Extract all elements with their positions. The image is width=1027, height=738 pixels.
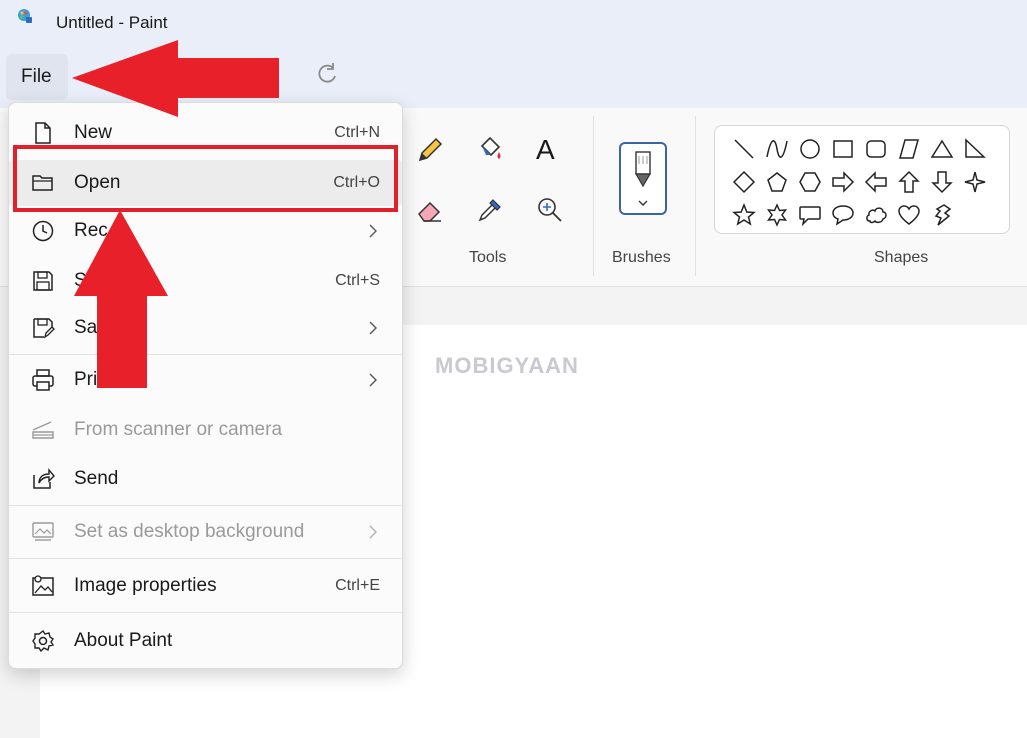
down-arrow-shape-icon[interactable] xyxy=(930,170,954,194)
menu-separator xyxy=(9,354,402,355)
fill-bucket-icon[interactable] xyxy=(474,134,506,166)
text-tool-icon[interactable]: A xyxy=(536,134,568,166)
menu-item-label: About Paint xyxy=(74,630,173,651)
desktop-background-icon xyxy=(32,522,54,541)
menu-item-label: Pri xyxy=(74,369,98,390)
menu-item-label: Image properties xyxy=(74,575,217,596)
pencil-icon[interactable] xyxy=(414,134,446,166)
menu-item-print[interactable]: Pri xyxy=(9,357,402,403)
menu-item-label: Sa xyxy=(74,317,98,338)
right-triangle-shape-icon[interactable] xyxy=(963,137,987,161)
menu-item-about-paint[interactable]: About Paint xyxy=(9,618,402,664)
tools-group-label: Tools xyxy=(469,249,507,266)
menu-bar: File xyxy=(0,48,1027,108)
scanner-icon xyxy=(32,421,54,439)
five-point-star-shape-icon[interactable] xyxy=(732,203,756,227)
menu-item-shortcut: Ctrl+S xyxy=(335,272,380,289)
title-bar: Untitled - Paint xyxy=(0,0,1027,48)
menu-item-recent[interactable]: Rec xyxy=(9,208,402,254)
triangle-shape-icon[interactable] xyxy=(930,137,954,161)
window-title: Untitled - Paint xyxy=(56,13,168,32)
chevron-down-icon xyxy=(638,200,648,206)
oval-shape-icon[interactable] xyxy=(798,137,822,161)
right-arrow-shape-icon[interactable] xyxy=(831,170,855,194)
heart-shape-icon[interactable] xyxy=(897,203,921,227)
hexagon-shape-icon[interactable] xyxy=(798,170,822,194)
share-icon xyxy=(33,468,55,489)
image-properties-icon xyxy=(32,575,54,596)
menu-item-label: Set as desktop background xyxy=(74,521,305,542)
watermark: MOBIGYAAN xyxy=(435,353,579,378)
save-as-icon xyxy=(33,318,55,339)
chevron-right-icon xyxy=(369,525,377,539)
menu-item-image-properties[interactable]: Image properties Ctrl+E xyxy=(9,563,402,609)
eraser-icon[interactable] xyxy=(414,194,446,226)
shapes-gallery xyxy=(714,125,1010,234)
menu-separator xyxy=(9,505,402,506)
lightning-shape-icon[interactable] xyxy=(930,203,954,227)
gear-icon xyxy=(32,629,55,653)
brush-icon xyxy=(634,151,652,188)
paint-app-icon xyxy=(18,9,32,23)
rectangle-shape-icon[interactable] xyxy=(831,137,855,161)
ribbon-divider xyxy=(593,116,594,276)
menu-item-label: Rec xyxy=(74,220,108,241)
menu-item-label: From scanner or camera xyxy=(74,419,283,440)
rounded-rectangle-shape-icon[interactable] xyxy=(864,137,888,161)
menu-item-label: Send xyxy=(74,468,119,489)
diamond-shape-icon[interactable] xyxy=(732,170,756,194)
ribbon-divider xyxy=(695,116,696,276)
file-menu-button[interactable]: File xyxy=(6,54,68,100)
printer-icon xyxy=(32,369,54,391)
menu-item-save-as[interactable]: Sa xyxy=(9,305,402,351)
menu-item-from-scanner: From scanner or camera xyxy=(9,407,402,453)
up-arrow-shape-icon[interactable] xyxy=(897,170,921,194)
magnifier-icon[interactable] xyxy=(534,194,566,226)
chevron-right-icon xyxy=(369,321,377,335)
menu-item-send[interactable]: Send xyxy=(9,456,402,502)
cloud-callout-shape-icon[interactable] xyxy=(864,203,888,227)
menu-item-set-desktop-background: Set as desktop background xyxy=(9,509,402,555)
four-point-star-shape-icon[interactable] xyxy=(963,170,987,194)
save-icon xyxy=(33,271,53,291)
oval-callout-shape-icon[interactable] xyxy=(831,203,855,227)
brushes-button[interactable] xyxy=(619,142,667,215)
menu-item-label: New xyxy=(74,122,113,143)
menu-item-save[interactable]: S Ctrl+S xyxy=(9,258,402,304)
six-point-star-shape-icon[interactable] xyxy=(765,203,789,227)
menu-item-shortcut: Ctrl+E xyxy=(335,577,380,594)
shapes-group-label: Shapes xyxy=(874,249,929,266)
annotation-highlight-box xyxy=(13,145,398,212)
menu-item-label: S xyxy=(74,270,87,291)
brushes-group-label: Brushes xyxy=(612,249,671,266)
file-menu-label: File xyxy=(21,66,52,87)
rectangle-callout-shape-icon[interactable] xyxy=(798,203,822,227)
menu-item-shortcut: Ctrl+N xyxy=(334,124,380,141)
left-arrow-shape-icon[interactable] xyxy=(864,170,888,194)
color-picker-icon[interactable] xyxy=(474,194,506,226)
line-shape-icon[interactable] xyxy=(732,137,756,161)
menu-separator xyxy=(9,558,402,559)
redo-icon[interactable] xyxy=(313,60,341,88)
menu-separator xyxy=(9,612,402,613)
chevron-right-icon xyxy=(369,373,377,387)
curve-shape-icon[interactable] xyxy=(765,137,789,161)
polygon-shape-icon[interactable] xyxy=(897,137,921,161)
new-file-icon xyxy=(35,122,51,144)
pentagon-shape-icon[interactable] xyxy=(765,170,789,194)
chevron-right-icon xyxy=(369,224,377,238)
clock-icon xyxy=(32,220,54,242)
